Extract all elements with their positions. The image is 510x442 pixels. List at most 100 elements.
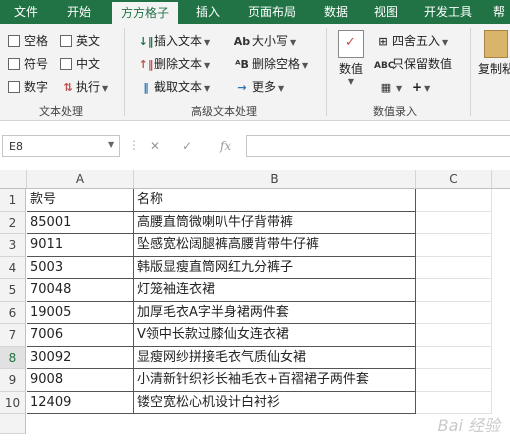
- cell-product-name[interactable]: 坠感宽松阔腿裤高腰背带牛仔裤: [134, 234, 416, 257]
- case-icon: Ab: [233, 35, 251, 48]
- tab-view[interactable]: 视图: [364, 0, 408, 24]
- cell-style-number[interactable]: 12409: [27, 391, 134, 414]
- column-header-b[interactable]: B: [134, 170, 416, 189]
- cell-empty[interactable]: [416, 391, 492, 414]
- cell-style-number[interactable]: 70048: [27, 279, 134, 302]
- case-button[interactable]: Ab 大小写 ▼: [232, 32, 296, 50]
- cell-style-number[interactable]: 款号: [27, 189, 134, 212]
- row-header[interactable]: 2: [0, 211, 26, 234]
- calc-button[interactable]: ▦ ▼: [378, 78, 402, 96]
- remove-space-button[interactable]: ᴬB 删除空格 ▼: [232, 55, 308, 73]
- value-button[interactable]: ✓ 数值 ▼: [332, 30, 370, 86]
- cell-empty[interactable]: [416, 279, 492, 302]
- execute-button[interactable]: ⇅ 执行 ▼: [60, 78, 108, 96]
- cell-style-number[interactable]: 19005: [27, 301, 134, 324]
- tab-insert[interactable]: 插入: [186, 0, 230, 24]
- cell-style-number[interactable]: 85001: [27, 211, 134, 234]
- cell-product-name[interactable]: V领中长款过膝仙女连衣裙: [134, 324, 416, 347]
- tab-fangfang[interactable]: 方方格子: [112, 2, 178, 24]
- checkbox-box: [8, 80, 20, 93]
- checkbox-chinese[interactable]: 中文: [60, 55, 100, 73]
- formula-bar: E8 ▼ ⋮ ✕ ✓ fx: [0, 130, 510, 162]
- cell-empty[interactable]: [416, 301, 492, 324]
- cancel-icon[interactable]: ✕: [150, 135, 160, 157]
- cell-product-name[interactable]: 韩版显瘦直筒网红九分裤子: [134, 256, 416, 279]
- cell-product-name[interactable]: 镂空宽松心机设计白衬衫: [134, 391, 416, 414]
- insert-function-icon[interactable]: fx: [220, 135, 231, 157]
- cell-empty[interactable]: [416, 256, 492, 279]
- checkbox-symbol[interactable]: 符号: [8, 55, 48, 73]
- group-divider: [470, 28, 471, 116]
- more-button[interactable]: → 更多 ▼: [232, 78, 284, 96]
- formula-input[interactable]: [246, 135, 510, 157]
- checkbox-box: [8, 34, 20, 47]
- cell-style-number[interactable]: 9008: [27, 369, 134, 392]
- copy-paste-button[interactable]: 复制粘贴: [478, 30, 510, 77]
- extract-text-button[interactable]: ‖ 截取文本 ▼: [138, 78, 210, 96]
- cell-product-name[interactable]: 高腰直筒微喇叭牛仔背带裤: [134, 211, 416, 234]
- cell-product-name[interactable]: 名称: [134, 189, 416, 212]
- row-header[interactable]: 1: [0, 189, 26, 212]
- column-header-a[interactable]: A: [27, 170, 134, 189]
- tab-data[interactable]: 数据: [314, 0, 358, 24]
- confirm-icon[interactable]: ✓: [182, 135, 192, 157]
- cell-product-name[interactable]: 显瘦网纱拼接毛衣气质仙女裙: [134, 346, 416, 369]
- tab-page-layout[interactable]: 页面布局: [240, 0, 304, 24]
- tab-file[interactable]: 文件: [4, 0, 48, 24]
- cell-product-name[interactable]: 小清新针织衫长袖毛衣+百褶裙子两件套: [134, 369, 416, 392]
- calculator-icon: ▦: [380, 81, 392, 94]
- column-header-c[interactable]: C: [416, 170, 492, 189]
- cell-style-number[interactable]: 7006: [27, 324, 134, 347]
- name-box-dropdown-icon[interactable]: ▼: [108, 140, 114, 149]
- spreadsheet-grid: A B C 1 款号 名称 2 85001 高腰直筒微喇叭牛仔背带裤 3 9011 坠感宽松阔腿…: [0, 170, 510, 442]
- row-header[interactable]: 3: [0, 234, 26, 257]
- cell-style-number[interactable]: 30092: [27, 346, 134, 369]
- watermark: Bai 经验: [437, 416, 500, 435]
- tab-home[interactable]: 开始: [58, 0, 100, 24]
- cell-product-name[interactable]: 灯笼袖连衣裙: [134, 279, 416, 302]
- ribbon-tab-bar: 文件 开始 方方格子 插入 页面布局 数据 视图 开发工具 帮: [0, 0, 510, 24]
- group-label-data-entry: 数值录入: [373, 105, 417, 118]
- cell-empty[interactable]: [416, 324, 492, 347]
- chevron-down-icon: ▼: [442, 38, 449, 47]
- cell-product-name[interactable]: 加厚毛衣A字半身裙两件套: [134, 301, 416, 324]
- group-divider: [326, 28, 327, 116]
- row-header[interactable]: 9: [0, 369, 26, 392]
- checkbox-english[interactable]: 英文: [60, 32, 100, 50]
- cell-empty[interactable]: [416, 211, 492, 234]
- cell-empty[interactable]: [416, 189, 492, 212]
- round-icon: ⊞: [378, 35, 388, 48]
- round-button[interactable]: ⊞ 四舍五入 ▼: [374, 32, 448, 50]
- insert-text-button[interactable]: ↓‖插入文本 ▼: [138, 32, 211, 50]
- column-header-d[interactable]: [492, 170, 510, 189]
- row-header[interactable]: 4: [0, 256, 26, 279]
- select-all-corner[interactable]: [0, 170, 27, 189]
- row-header[interactable]: 8: [0, 346, 26, 369]
- more-icon: →: [237, 81, 247, 94]
- cell-style-number[interactable]: 9011: [27, 234, 134, 257]
- cell-empty[interactable]: [416, 346, 492, 369]
- row-header[interactable]: 6: [0, 301, 26, 324]
- group-label-text-processing: 文本处理: [39, 105, 83, 118]
- row-header[interactable]: 7: [0, 324, 26, 347]
- cell-empty[interactable]: [416, 369, 492, 392]
- row-header[interactable]: 10: [0, 391, 26, 414]
- checkbox-space[interactable]: 空格: [8, 32, 48, 50]
- remove-space-icon: ᴬB: [235, 58, 249, 71]
- cell-empty[interactable]: [416, 234, 492, 257]
- plus-button[interactable]: + ▼: [412, 78, 430, 96]
- chevron-down-icon: ▼: [347, 77, 355, 86]
- group-label-advanced-text: 高级文本处理: [191, 105, 257, 118]
- clipboard-icon: [484, 30, 508, 58]
- cell-style-number[interactable]: 5003: [27, 256, 134, 279]
- row-header[interactable]: [0, 414, 26, 434]
- tab-help[interactable]: 帮: [488, 0, 510, 24]
- checkbox-number[interactable]: 数字: [8, 78, 48, 96]
- row-header[interactable]: 5: [0, 279, 26, 302]
- keep-value-button[interactable]: ABC只保留数值: [374, 55, 452, 73]
- delete-text-button[interactable]: ↑‖删除文本 ▼: [138, 55, 211, 73]
- name-box[interactable]: E8: [2, 135, 120, 157]
- tab-developer[interactable]: 开发工具: [416, 0, 480, 24]
- chevron-down-icon: ▼: [396, 84, 403, 93]
- checkbox-box: [8, 57, 20, 70]
